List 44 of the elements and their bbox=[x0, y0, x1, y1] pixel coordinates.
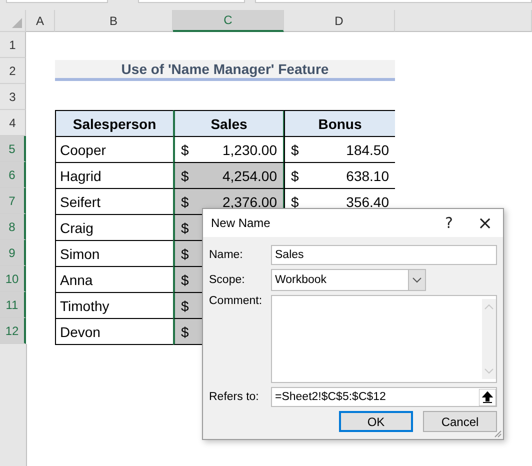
refers-to-label: Refers to: bbox=[209, 391, 260, 403]
table-cell: $ 1,230.00 bbox=[173, 136, 285, 163]
help-button[interactable]: ? bbox=[431, 209, 467, 237]
column-header[interactable]: C bbox=[173, 10, 284, 32]
collapse-icon[interactable] bbox=[479, 388, 496, 406]
select-all-icon[interactable] bbox=[12, 18, 22, 28]
dialog-button[interactable]: OK bbox=[339, 411, 413, 432]
scroll-up-icon[interactable] bbox=[484, 303, 494, 311]
column-header[interactable]: D bbox=[284, 10, 395, 32]
chevron-down-icon[interactable] bbox=[408, 270, 425, 290]
row-header[interactable]: 5 bbox=[0, 136, 26, 162]
scrollbar[interactable] bbox=[482, 299, 496, 379]
row-header[interactable]: 6 bbox=[0, 162, 26, 188]
row-header[interactable]: 8 bbox=[0, 214, 26, 240]
row-header[interactable]: 11 bbox=[0, 292, 26, 318]
row-header[interactable]: 4 bbox=[0, 110, 26, 136]
row-header[interactable]: 12 bbox=[0, 318, 26, 344]
dialog-button[interactable]: Cancel bbox=[423, 411, 497, 432]
scope-dropdown[interactable]: Workbook bbox=[271, 269, 426, 291]
row-header[interactable]: 7 bbox=[0, 188, 26, 214]
resize-grip-icon[interactable] bbox=[492, 428, 502, 438]
comment-label: Comment: bbox=[209, 295, 264, 307]
name-field[interactable]: Sales bbox=[271, 245, 497, 265]
dialog-title: New Name bbox=[211, 216, 272, 230]
row-header[interactable]: 2 bbox=[0, 58, 26, 84]
table-cell: $ 4,254.00 bbox=[173, 162, 285, 189]
close-button[interactable]: × bbox=[467, 209, 503, 237]
comment-field[interactable] bbox=[271, 295, 497, 383]
table-header-cell: Sales bbox=[173, 110, 285, 137]
scroll-down-icon[interactable] bbox=[484, 367, 494, 375]
table-header-cell: Bonus bbox=[284, 110, 396, 137]
row-header[interactable]: 3 bbox=[0, 84, 26, 110]
name-label: Name: bbox=[209, 249, 244, 261]
row-header[interactable]: 10 bbox=[0, 266, 26, 292]
table-cell: Devon bbox=[55, 318, 174, 345]
column-header[interactable]: B bbox=[55, 10, 173, 32]
sheet-title: Use of 'Name Manager' Feature bbox=[55, 60, 395, 81]
row-header[interactable]: 1 bbox=[0, 32, 26, 58]
column-header[interactable]: A bbox=[26, 10, 55, 32]
table-header-cell: Salesperson bbox=[55, 110, 174, 137]
scope-label: Scope: bbox=[209, 274, 246, 286]
row-header[interactable]: 9 bbox=[0, 240, 26, 266]
refers-to-field[interactable]: =Sheet2!$C$5:$C$12 bbox=[271, 387, 497, 407]
column-header[interactable] bbox=[395, 10, 532, 32]
